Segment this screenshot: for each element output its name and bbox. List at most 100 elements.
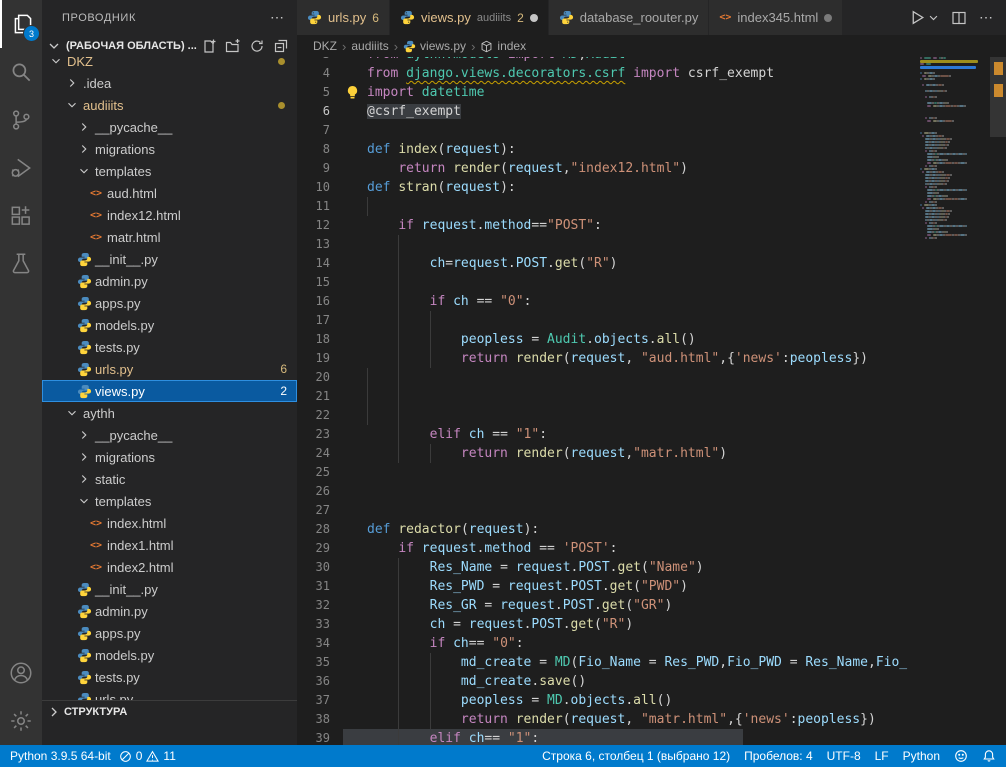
code-line[interactable]: 13 [297, 235, 920, 254]
code-line[interactable]: 16 if ch == "0": [297, 292, 920, 311]
notifications-bell-icon[interactable] [982, 749, 996, 763]
code-line[interactable]: 5import datetime [297, 83, 920, 102]
code-line[interactable]: 8def index(request): [297, 140, 920, 159]
code-line[interactable]: 14 ch=request.POST.get("R") [297, 254, 920, 273]
code-line[interactable]: 18 peopless = Audit.objects.all() [297, 330, 920, 349]
code-line[interactable]: 34 if ch== "0": [297, 634, 920, 653]
dirty-dot-icon[interactable] [824, 14, 832, 22]
tree-item-admin.py[interactable]: admin.py [42, 600, 297, 622]
code-line[interactable]: 21 [297, 387, 920, 406]
tree-item-urls.py[interactable]: urls.py6 [42, 358, 297, 380]
code-line[interactable]: 28def redactor(request): [297, 520, 920, 539]
run-debug-activity-button[interactable] [0, 144, 42, 192]
breadcrumb-item[interactable]: index [480, 39, 526, 53]
tree-item-__init__.py[interactable]: __init__.py [42, 578, 297, 600]
code-line[interactable]: 36 md_create.save() [297, 672, 920, 691]
tree-item-aud.html[interactable]: <>aud.html [42, 182, 297, 204]
settings-button[interactable] [0, 697, 42, 745]
explorer-activity-button[interactable]: 3 [0, 0, 44, 48]
tree-item-static[interactable]: static [42, 468, 297, 490]
code-line[interactable]: 27 [297, 501, 920, 520]
code-line[interactable]: 32 Res_GR = request.POST.get("GR") [297, 596, 920, 615]
tree-item-index2.html[interactable]: <>index2.html [42, 556, 297, 578]
tab-urls-py[interactable]: urls.py 6 [297, 0, 390, 35]
tree-item-views.py[interactable]: views.py2 [42, 380, 297, 402]
code-line[interactable]: 26 [297, 482, 920, 501]
code-line[interactable]: 10def stran(request): [297, 178, 920, 197]
tree-item-migrations[interactable]: migrations [42, 138, 297, 160]
tree-item-__pycache__[interactable]: __pycache__ [42, 116, 297, 138]
code-line[interactable]: 29 if request.method == 'POST': [297, 539, 920, 558]
code-line[interactable]: 6@csrf_exempt [297, 102, 920, 121]
dirty-dot-icon[interactable] [530, 14, 538, 22]
code-line[interactable]: 17 [297, 311, 920, 330]
tree-item-models.py[interactable]: models.py [42, 644, 297, 666]
code-line[interactable]: 15 [297, 273, 920, 292]
code-line[interactable]: 20 [297, 368, 920, 387]
tree-item-index12.html[interactable]: <>index12.html [42, 204, 297, 226]
code-line[interactable]: 9 return render(request,"index12.html") [297, 159, 920, 178]
tree-item-DKZ[interactable]: DKZ [42, 57, 297, 72]
tree-item-migrations[interactable]: migrations [42, 446, 297, 468]
tree-item-matr.html[interactable]: <>matr.html [42, 226, 297, 248]
encoding-status[interactable]: UTF-8 [827, 749, 861, 763]
search-activity-button[interactable] [0, 48, 42, 96]
code-editor[interactable]: 3from aythh.models import MD,Audit4from … [297, 57, 920, 745]
tree-item-__pycache__[interactable]: __pycache__ [42, 424, 297, 446]
tree-item-index1.html[interactable]: <>index1.html [42, 534, 297, 556]
split-editor-icon[interactable] [951, 10, 967, 26]
code-line[interactable]: 3from aythh.models import MD,Audit [297, 57, 920, 64]
code-line[interactable]: 37 peopless = MD.objects.all() [297, 691, 920, 710]
code-line[interactable]: 19 return render(request, "aud.html",{'n… [297, 349, 920, 368]
new-file-icon[interactable] [201, 38, 217, 54]
problems-status[interactable]: 0 11 [119, 749, 176, 763]
testing-activity-button[interactable] [0, 240, 42, 288]
tree-item-tests.py[interactable]: tests.py [42, 336, 297, 358]
lightbulb-icon[interactable] [345, 85, 360, 100]
collapse-all-icon[interactable] [273, 38, 289, 54]
code-line[interactable]: 12 if request.method=="POST": [297, 216, 920, 235]
tree-item-aythh[interactable]: aythh [42, 402, 297, 424]
tab-index345-html[interactable]: <> index345.html [709, 0, 843, 35]
refresh-icon[interactable] [249, 38, 265, 54]
code-line[interactable]: 38 return render(request, "matr.html",{'… [297, 710, 920, 729]
tree-item-apps.py[interactable]: apps.py [42, 292, 297, 314]
code-line[interactable]: 39 elif ch== "1": [297, 729, 920, 745]
tree-item-templates[interactable]: templates [42, 160, 297, 182]
breadcrumb-item[interactable]: views.py [403, 39, 466, 53]
breadcrumb-item[interactable]: audiiits [351, 39, 388, 53]
code-line[interactable]: 22 [297, 406, 920, 425]
code-line[interactable]: 23 elif ch == "1": [297, 425, 920, 444]
outline-section-header[interactable]: СТРУКТУРА [42, 700, 297, 723]
tree-item-admin.py[interactable]: admin.py [42, 270, 297, 292]
tree-item-audiiits[interactable]: audiiits [42, 94, 297, 116]
tree-item-models.py[interactable]: models.py [42, 314, 297, 336]
account-button[interactable] [0, 649, 42, 697]
code-line[interactable]: 7 [297, 121, 920, 140]
more-actions-icon[interactable]: ⋯ [979, 9, 994, 26]
code-line[interactable]: 11 [297, 197, 920, 216]
feedback-smiley-icon[interactable] [954, 749, 968, 763]
cursor-position-status[interactable]: Строка 6, столбец 1 (выбрано 12) [542, 749, 730, 763]
breadcrumb-item[interactable]: DKZ [313, 39, 337, 53]
tree-item-apps.py[interactable]: apps.py [42, 622, 297, 644]
tab-database-roouter-py[interactable]: database_roouter.py [549, 0, 710, 35]
language-mode-status[interactable]: Python [903, 749, 940, 763]
tree-item-__init__.py[interactable]: __init__.py [42, 248, 297, 270]
eol-status[interactable]: LF [875, 749, 889, 763]
workspace-section-header[interactable]: (РАБОЧАЯ ОБЛАСТЬ) ... [42, 35, 297, 57]
scrollbar[interactable] [990, 57, 1006, 745]
code-line[interactable]: 31 Res_PWD = request.POST.get("PWD") [297, 577, 920, 596]
code-line[interactable]: 24 return render(request,"matr.html") [297, 444, 920, 463]
run-python-file-button[interactable] [909, 9, 939, 26]
code-line[interactable]: 4from django.views.decorators.csrf impor… [297, 64, 920, 83]
tree-item-templates[interactable]: templates [42, 490, 297, 512]
sidebar-more-actions-icon[interactable]: ⋯ [270, 9, 285, 26]
minimap[interactable] [917, 57, 990, 745]
tab-views-py[interactable]: views.py audiiits 2 [390, 0, 549, 35]
code-line[interactable]: 30 Res_Name = request.POST.get("Name") [297, 558, 920, 577]
code-line[interactable]: 35 md_create = MD(Fio_Name = Res_PWD,Fio… [297, 653, 920, 672]
new-folder-icon[interactable] [225, 38, 241, 54]
tree-item-.idea[interactable]: .idea [42, 72, 297, 94]
source-control-activity-button[interactable] [0, 96, 42, 144]
